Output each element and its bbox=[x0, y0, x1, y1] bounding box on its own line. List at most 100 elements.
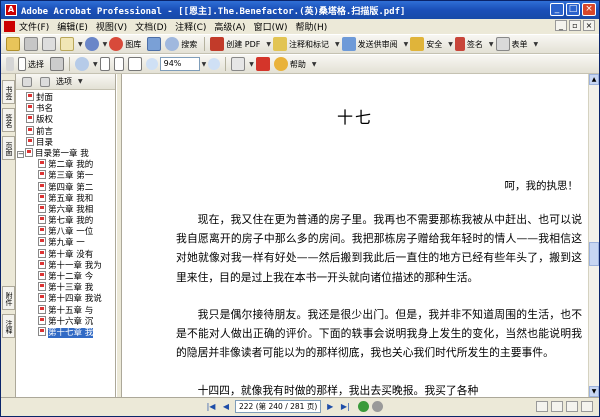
bookmark-item[interactable]: 第十二章 今 bbox=[16, 271, 116, 282]
forms-label[interactable]: 表单 bbox=[512, 39, 528, 50]
select-text-icon[interactable] bbox=[18, 57, 26, 71]
print-icon[interactable] bbox=[42, 37, 56, 51]
bookmark-item[interactable]: 第九章 一 bbox=[16, 237, 116, 248]
forms-icon[interactable] bbox=[495, 37, 510, 51]
bookmark-item[interactable]: 第四章 第二 bbox=[16, 181, 116, 193]
delete-bookmark-icon[interactable] bbox=[40, 76, 50, 87]
new-bookmark-icon[interactable] bbox=[22, 76, 32, 87]
open-folder-icon[interactable] bbox=[6, 37, 20, 51]
adobe-online-icon[interactable] bbox=[255, 57, 270, 71]
bookmark-item[interactable]: 第八章 一位 bbox=[16, 226, 116, 237]
create-pdf-icon[interactable] bbox=[210, 37, 225, 51]
bookmark-item[interactable]: 第十七章 我 bbox=[16, 326, 116, 338]
lock-icon[interactable] bbox=[410, 37, 425, 51]
bookmark-item[interactable]: 第十章 没有 bbox=[16, 248, 116, 260]
scroll-thumb[interactable] bbox=[589, 242, 599, 266]
select-label[interactable]: 选择 bbox=[28, 59, 44, 70]
tab-bookmarks[interactable]: 书签 bbox=[2, 80, 15, 104]
maximize-button[interactable]: □ bbox=[566, 3, 580, 16]
previous-page-icon[interactable]: ◀ bbox=[220, 401, 232, 413]
menu-view[interactable]: 视图(V) bbox=[96, 20, 127, 33]
scroll-down-icon[interactable]: ▼ bbox=[589, 386, 599, 397]
menu-help[interactable]: 帮助(H) bbox=[295, 20, 327, 33]
rotate-dropdown-icon[interactable]: ▼ bbox=[249, 61, 254, 68]
zoom-level-field[interactable]: 94% bbox=[159, 57, 200, 71]
last-page-icon[interactable]: ▶| bbox=[339, 401, 351, 413]
bookmark-item[interactable]: 版权 bbox=[16, 114, 116, 125]
scan-icon[interactable] bbox=[147, 37, 162, 51]
organizer-icon[interactable] bbox=[109, 37, 124, 51]
minimize-button[interactable]: _ bbox=[550, 3, 564, 16]
doc-close-icon[interactable]: × bbox=[583, 20, 595, 31]
bookmark-item[interactable]: 书名 bbox=[16, 103, 116, 114]
create-pdf-label[interactable]: 创建 PDF bbox=[226, 39, 260, 50]
email-icon[interactable] bbox=[60, 37, 74, 51]
page-number-field[interactable]: 222 (第 240 / 281 页) bbox=[235, 400, 322, 413]
comment-markup-icon[interactable] bbox=[273, 37, 288, 51]
first-page-icon[interactable]: |◀ bbox=[205, 401, 217, 413]
zoom-out-icon[interactable] bbox=[145, 58, 158, 70]
options-dropdown-icon[interactable]: ▼ bbox=[78, 78, 83, 85]
facing-icon[interactable] bbox=[566, 401, 578, 412]
bookmark-item[interactable]: 前言 bbox=[16, 125, 116, 137]
scroll-up-icon[interactable]: ▲ bbox=[589, 74, 599, 85]
bookmark-item[interactable]: 第十一章 我为 bbox=[16, 259, 116, 271]
tab-attachments[interactable]: 附件 bbox=[2, 286, 15, 310]
close-button[interactable]: × bbox=[582, 3, 596, 16]
options-menu-label[interactable]: 选项 bbox=[56, 76, 72, 87]
continuous-icon[interactable] bbox=[551, 401, 563, 412]
acrobat-app-icon[interactable]: A bbox=[5, 4, 17, 16]
fit-width-icon[interactable] bbox=[127, 57, 142, 71]
bookmark-item[interactable]: − 目录第一章 我 bbox=[16, 147, 116, 159]
secure-label[interactable]: 安全 bbox=[426, 39, 442, 50]
attach-icon[interactable] bbox=[84, 37, 99, 51]
sign-label[interactable]: 签名 bbox=[467, 39, 483, 50]
doc-minimize-icon[interactable]: _ bbox=[555, 20, 567, 31]
forms-dropdown-icon[interactable]: ▼ bbox=[534, 41, 539, 48]
rotate-icon[interactable] bbox=[231, 57, 246, 71]
bookmark-item[interactable]: 第六章 我相 bbox=[16, 203, 116, 215]
continuous-facing-icon[interactable] bbox=[581, 401, 593, 412]
bookmark-item[interactable]: 第十六章 沉 bbox=[16, 315, 116, 327]
zoom-in-icon[interactable] bbox=[208, 58, 221, 70]
next-page-icon[interactable]: ▶ bbox=[324, 401, 336, 413]
hand-tool-icon[interactable] bbox=[6, 57, 14, 71]
help-label[interactable]: 帮助 bbox=[290, 59, 306, 70]
bookmark-item[interactable]: 第五章 我和 bbox=[16, 192, 116, 204]
bookmark-item[interactable]: 第十五章 与 bbox=[16, 304, 116, 316]
menu-file[interactable]: 文件(F) bbox=[19, 20, 49, 33]
save-icon[interactable] bbox=[24, 37, 38, 51]
tab-signatures[interactable]: 签名 bbox=[2, 108, 15, 132]
doc-restore-icon[interactable]: ▫ bbox=[569, 20, 581, 31]
attach-dropdown-icon[interactable]: ▼ bbox=[103, 41, 108, 48]
document-icon[interactable] bbox=[4, 21, 15, 32]
sign-dropdown-icon[interactable]: ▼ bbox=[489, 41, 494, 48]
single-page-icon[interactable] bbox=[536, 401, 548, 412]
tab-pages[interactable]: 页面 bbox=[2, 136, 15, 160]
search-icon[interactable] bbox=[165, 37, 180, 51]
comment-dropdown-icon[interactable]: ▼ bbox=[335, 41, 340, 48]
bookmark-item[interactable]: 第二章 我的 bbox=[16, 159, 116, 170]
bookmark-item[interactable]: 目录 bbox=[16, 136, 116, 148]
bookmark-item[interactable]: 第三章 第一 bbox=[16, 170, 116, 181]
zoom-level-dropdown-icon[interactable]: ▼ bbox=[202, 61, 207, 68]
menu-comments[interactable]: 注释(C) bbox=[175, 20, 206, 33]
menu-document[interactable]: 文档(D) bbox=[135, 20, 167, 33]
bookmark-item[interactable]: 第七章 我的 bbox=[16, 215, 116, 226]
bookmark-item[interactable]: 第十三章 我 bbox=[16, 282, 116, 293]
tab-comments[interactable]: 注释 bbox=[2, 314, 15, 338]
send-review-label[interactable]: 发送供审阅 bbox=[358, 39, 398, 50]
actual-size-icon[interactable] bbox=[99, 57, 110, 71]
fit-page-icon[interactable] bbox=[113, 57, 124, 71]
zoom-tool-dropdown-icon[interactable]: ▼ bbox=[93, 61, 98, 68]
help-dropdown-icon[interactable]: ▼ bbox=[312, 61, 317, 68]
menu-edit[interactable]: 编辑(E) bbox=[57, 20, 88, 33]
help-icon[interactable] bbox=[273, 57, 288, 71]
secure-dropdown-icon[interactable]: ▼ bbox=[448, 41, 453, 48]
snapshot-icon[interactable] bbox=[50, 57, 64, 71]
comment-markup-label[interactable]: 注释和标记 bbox=[289, 39, 329, 50]
next-view-icon[interactable] bbox=[372, 401, 384, 412]
create-pdf-dropdown-icon[interactable]: ▼ bbox=[266, 41, 271, 48]
bookmark-item[interactable]: 第十四章 我说 bbox=[16, 293, 116, 304]
organizer-label[interactable]: 图库 bbox=[125, 39, 141, 50]
